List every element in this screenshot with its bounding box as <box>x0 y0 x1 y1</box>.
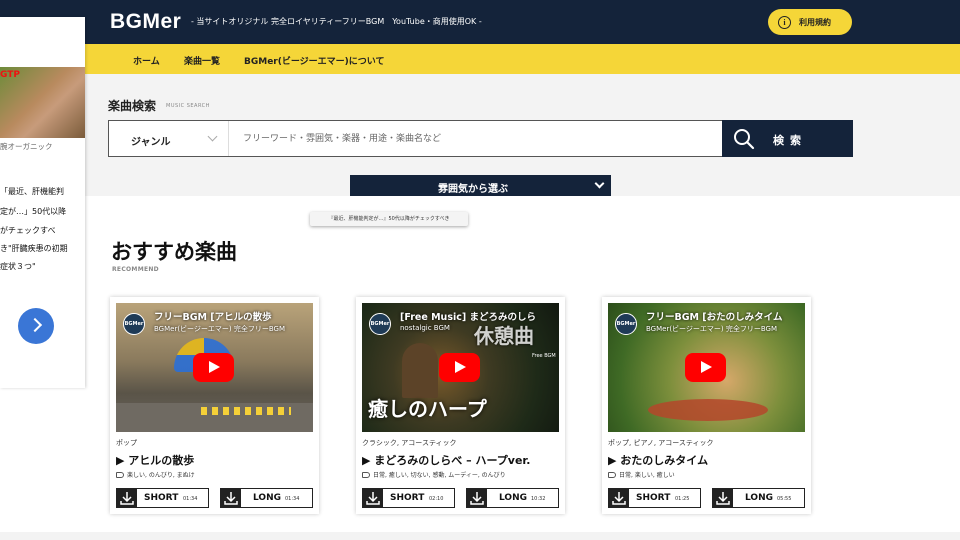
download-long-button[interactable]: LONG 10:32 <box>466 488 559 508</box>
terms-button[interactable]: i 利用規約 <box>768 9 852 35</box>
song-title[interactable]: ▶ アヒルの散歩 <box>116 452 194 468</box>
basket-image <box>648 399 768 421</box>
info-icon: i <box>778 15 791 29</box>
search-button[interactable]: 検索 <box>722 120 853 157</box>
tag-icon <box>362 471 370 478</box>
search-button-label: 検索 <box>773 134 807 147</box>
download-icon <box>117 489 137 507</box>
terms-label: 利用規約 <box>799 17 831 27</box>
song-title[interactable]: ▶ まどろみのしらべ – ハープver. <box>362 452 530 468</box>
video-thumbnail[interactable]: BGMer フリーBGM [おたのしみタイム BGMer(ビージーエマー) 完全… <box>608 303 805 432</box>
download-long-label: LONG <box>253 493 281 503</box>
song-tags-text: 日常, 楽しい, 癒しい <box>619 472 675 479</box>
footer-strip <box>0 532 960 540</box>
main-nav: ホーム 楽曲一覧 BGMer(ビージーエマー)について <box>0 44 960 74</box>
song-tags-text: 日常, 癒しい, 切ない, 感動, ムーディー, のんびり <box>373 472 506 479</box>
video-title: フリーBGM [アヒルの散歩 <box>154 312 272 323</box>
play-icon[interactable] <box>439 353 480 382</box>
song-genre: ポップ <box>116 439 137 447</box>
overlay-big-text: 癒しのハープ <box>368 397 487 421</box>
download-icon <box>713 489 733 507</box>
chevron-down-icon <box>594 178 605 189</box>
song-tags: 楽しい, のんびり, まぬけ <box>116 470 195 479</box>
overlay-free-text: Free BGM <box>532 353 556 359</box>
ad-caption: 腕オーガニック <box>0 142 53 151</box>
recommend-subtitle: RECOMMEND <box>112 266 159 273</box>
video-thumbnail[interactable]: BGMer フリーBGM [アヒルの散歩 BGMer(ビージーエマー) 完全フリ… <box>116 303 313 432</box>
ad-next-arrow-icon[interactable] <box>18 308 54 344</box>
download-icon <box>221 489 241 507</box>
tag-icon <box>116 471 124 478</box>
nav-item-about[interactable]: BGMer(ビージーエマー)について <box>244 54 385 67</box>
ad-badge: GTP <box>0 70 20 80</box>
short-duration: 02:10 <box>429 496 444 502</box>
download-short-label: SHORT <box>144 493 179 503</box>
mood-select-toggle[interactable]: 雰囲気から選ぶ <box>350 175 611 196</box>
song-title[interactable]: ▶ おたのしみタイム <box>608 452 708 468</box>
song-card: BGMer フリーBGM [おたのしみタイム BGMer(ビージーエマー) 完全… <box>602 297 811 514</box>
song-tags: 日常, 癒しい, 切ない, 感動, ムーディー, のんびり <box>362 470 506 479</box>
mood-select-label: 雰囲気から選ぶ <box>438 184 508 195</box>
search-box: ジャンル <box>108 120 722 157</box>
long-duration: 10:32 <box>531 496 546 502</box>
download-icon <box>467 489 487 507</box>
download-short-button[interactable]: SHORT 01:25 <box>608 488 701 508</box>
search-icon <box>734 129 755 150</box>
search-subtitle: MUSIC SEARCH <box>166 103 210 109</box>
long-duration: 05:55 <box>777 496 792 502</box>
recommend-title: おすすめ楽曲 <box>111 240 237 264</box>
video-title: フリーBGM [おたのしみタイム <box>646 312 783 323</box>
site-logo[interactable]: BGMer <box>110 10 181 34</box>
song-card: BGMer [Free Music] まどろみのしら nostalgic BGM… <box>356 297 565 514</box>
video-subtitle: BGMer(ビージーエマー) 完全フリーBGM <box>646 325 778 333</box>
nav-item-song-list[interactable]: 楽曲一覧 <box>184 54 220 67</box>
nav-item-home[interactable]: ホーム <box>133 54 160 67</box>
search-input[interactable] <box>231 121 721 156</box>
play-icon[interactable] <box>193 353 234 382</box>
ad-text-line: 定が…」50代以降 <box>0 207 67 216</box>
download-short-button[interactable]: SHORT 01:34 <box>116 488 209 508</box>
download-long-button[interactable]: LONG 01:34 <box>220 488 313 508</box>
ad-text-line: き"肝臓疾患の初期 <box>0 244 68 253</box>
genre-select-label: ジャンル <box>131 137 171 148</box>
song-tags-text: 楽しい, のんびり, まぬけ <box>127 472 195 479</box>
download-icon <box>363 489 383 507</box>
channel-icon: BGMer <box>369 313 391 335</box>
video-subtitle: nostalgic BGM <box>400 324 450 332</box>
download-icon <box>609 489 629 507</box>
download-long-label: LONG <box>499 493 527 503</box>
play-icon[interactable] <box>685 353 726 382</box>
download-short-button[interactable]: SHORT 02:10 <box>362 488 455 508</box>
short-duration: 01:34 <box>183 496 198 502</box>
ad-text-line: がチェックすべ <box>0 226 56 235</box>
ad-text-line: 症状３つ" <box>0 262 36 271</box>
song-genre: クラシック, アコースティック <box>362 439 457 447</box>
download-long-label: LONG <box>745 493 773 503</box>
download-short-label: SHORT <box>636 493 671 503</box>
song-card: BGMer フリーBGM [アヒルの散歩 BGMer(ビージーエマー) 完全フリ… <box>110 297 319 514</box>
download-short-label: SHORT <box>390 493 425 503</box>
download-long-button[interactable]: LONG 05:55 <box>712 488 805 508</box>
short-duration: 01:25 <box>675 496 690 502</box>
genre-select[interactable]: ジャンル <box>109 121 229 156</box>
channel-icon: BGMer <box>615 313 637 335</box>
tooltip: 『最近、肝機能判定が…』50代以降がチェックすべき <box>310 212 468 226</box>
song-genre: ポップ, ピアノ, アコースティック <box>608 439 714 447</box>
top-header: BGMer - 当サイトオリジナル 完全ロイヤリティーフリーBGM YouTub… <box>0 0 960 44</box>
song-tags: 日常, 楽しい, 癒しい <box>608 470 675 479</box>
overlay-rest-text: 休憩曲 <box>474 324 534 348</box>
tree-house-image <box>402 343 438 398</box>
chevron-down-icon <box>207 131 218 142</box>
channel-icon: BGMer <box>123 313 145 335</box>
ad-text-line: 「最近、肝機能判 <box>0 187 64 196</box>
ad-panel[interactable]: GTP 腕オーガニック 「最近、肝機能判 定が…」50代以降 がチェックすべ き… <box>0 17 85 388</box>
video-subtitle: BGMer(ビージーエマー) 完全フリーBGM <box>154 325 286 333</box>
search-title: 楽曲検索 <box>108 99 157 113</box>
tag-icon <box>608 471 616 478</box>
video-thumbnail[interactable]: BGMer [Free Music] まどろみのしら nostalgic BGM… <box>362 303 559 432</box>
ducks-image <box>201 407 291 415</box>
site-tagline: - 当サイトオリジナル 完全ロイヤリティーフリーBGM YouTube・商用使用… <box>191 17 482 26</box>
long-duration: 01:34 <box>285 496 300 502</box>
